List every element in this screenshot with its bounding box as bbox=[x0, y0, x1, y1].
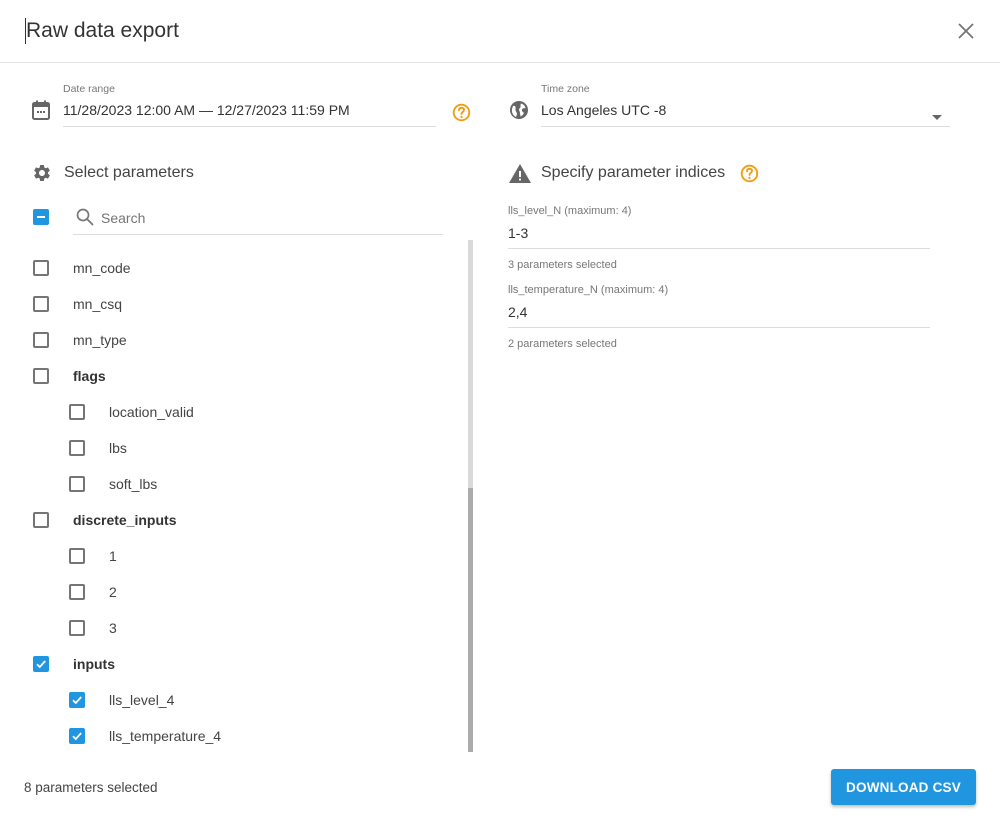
selection-count-status: 8 parameters selected bbox=[24, 780, 158, 795]
checkbox[interactable] bbox=[69, 620, 85, 636]
date-range-input[interactable]: 11/28/2023 12:00 AM — 12/27/2023 11:59 P… bbox=[63, 102, 350, 118]
globe-icon bbox=[509, 100, 529, 125]
select-parameters-title: Select parameters bbox=[64, 164, 194, 181]
search-icon bbox=[76, 208, 94, 231]
lls-temperature-underline bbox=[508, 327, 930, 328]
parameter-label: 3 bbox=[109, 620, 117, 636]
parameter-label: 2 bbox=[109, 584, 117, 600]
parameter-label: 1 bbox=[109, 548, 117, 564]
indices-title: Specify parameter indices bbox=[541, 164, 726, 181]
close-button[interactable] bbox=[955, 20, 977, 42]
parameter-group[interactable]: discrete_inputs bbox=[33, 502, 176, 538]
gear-icon bbox=[32, 163, 52, 188]
download-csv-button[interactable]: DOWNLOAD CSV bbox=[831, 769, 976, 805]
parameter-item[interactable]: 2 bbox=[69, 574, 117, 610]
parameter-item[interactable]: 3 bbox=[69, 610, 117, 646]
lls-temperature-label: lls_temperature_N (maximum: 4) bbox=[508, 284, 669, 296]
parameter-label: mn_csq bbox=[73, 296, 123, 312]
lls-level-input[interactable] bbox=[508, 224, 928, 242]
dialog-title: Raw data export bbox=[25, 18, 179, 44]
close-icon bbox=[958, 23, 974, 39]
checkbox[interactable] bbox=[33, 512, 49, 528]
checkbox-checked[interactable] bbox=[33, 656, 49, 672]
checkmark-icon bbox=[36, 660, 46, 669]
checkbox[interactable] bbox=[69, 476, 85, 492]
time-zone-label: Time zone bbox=[541, 83, 590, 95]
parameter-label: lls_level_4 bbox=[109, 692, 175, 708]
minus-icon bbox=[37, 216, 45, 218]
checkbox[interactable] bbox=[69, 548, 85, 564]
parameter-item[interactable]: mn_code bbox=[33, 250, 131, 286]
select-all-checkbox[interactable] bbox=[33, 209, 49, 225]
parameter-item[interactable]: lls_temperature_4 bbox=[69, 718, 221, 752]
indices-help-icon[interactable] bbox=[740, 164, 759, 188]
lls-level-label: lls_level_N (maximum: 4) bbox=[508, 205, 632, 217]
lls-temperature-input[interactable] bbox=[508, 303, 928, 321]
parameter-item[interactable]: 1 bbox=[69, 538, 117, 574]
checkbox[interactable] bbox=[69, 440, 85, 456]
checkbox[interactable] bbox=[69, 404, 85, 420]
date-range-label: Date range bbox=[63, 83, 115, 95]
scrollbar-thumb[interactable] bbox=[468, 488, 473, 752]
search-underline bbox=[73, 234, 443, 235]
parameter-label: mn_code bbox=[73, 260, 131, 276]
calendar-icon bbox=[32, 100, 50, 125]
parameter-item[interactable]: mn_type bbox=[33, 322, 127, 358]
time-zone-select[interactable]: Los Angeles UTC -8 bbox=[541, 96, 950, 127]
parameter-label: location_valid bbox=[109, 404, 194, 420]
parameter-list: mn_code mn_csq mn_typeflags location_validl… bbox=[0, 250, 465, 752]
checkmark-icon bbox=[72, 732, 82, 741]
parameter-label: lbs bbox=[109, 440, 127, 456]
checkbox-checked[interactable] bbox=[69, 692, 85, 708]
dropdown-arrow-icon bbox=[932, 108, 942, 126]
parameter-label: discrete_inputs bbox=[73, 512, 177, 528]
parameter-group[interactable]: inputs bbox=[33, 646, 115, 682]
lls-level-underline bbox=[508, 248, 930, 249]
parameter-label: soft_lbs bbox=[109, 476, 158, 492]
parameter-label: mn_type bbox=[73, 332, 127, 348]
header-divider bbox=[0, 62, 1000, 63]
parameter-item[interactable]: lls_level_4 bbox=[69, 682, 174, 718]
parameter-item[interactable]: location_valid bbox=[69, 394, 194, 430]
date-range-underline bbox=[63, 126, 436, 127]
parameter-label: flags bbox=[73, 368, 106, 384]
checkmark-icon bbox=[72, 696, 82, 705]
warning-icon bbox=[509, 164, 531, 188]
parameter-group[interactable]: flags bbox=[33, 358, 106, 394]
time-zone-value: Los Angeles UTC -8 bbox=[541, 102, 667, 118]
parameter-item[interactable]: mn_csq bbox=[33, 286, 122, 322]
parameter-label: inputs bbox=[73, 656, 115, 672]
checkbox-checked[interactable] bbox=[69, 728, 85, 744]
lls-level-hint: 3 parameters selected bbox=[508, 259, 617, 271]
date-range-help-icon[interactable] bbox=[452, 103, 471, 127]
time-zone-underline bbox=[541, 126, 950, 127]
parameter-item[interactable]: lbs bbox=[69, 430, 127, 466]
lls-temperature-hint: 2 parameters selected bbox=[508, 338, 617, 350]
parameter-label: lls_temperature_4 bbox=[109, 728, 222, 744]
search-input[interactable] bbox=[101, 208, 441, 228]
checkbox[interactable] bbox=[33, 368, 49, 384]
parameter-item[interactable]: soft_lbs bbox=[69, 466, 157, 502]
checkbox[interactable] bbox=[33, 332, 49, 348]
checkbox[interactable] bbox=[69, 584, 85, 600]
checkbox[interactable] bbox=[33, 260, 49, 276]
checkbox[interactable] bbox=[33, 296, 49, 312]
